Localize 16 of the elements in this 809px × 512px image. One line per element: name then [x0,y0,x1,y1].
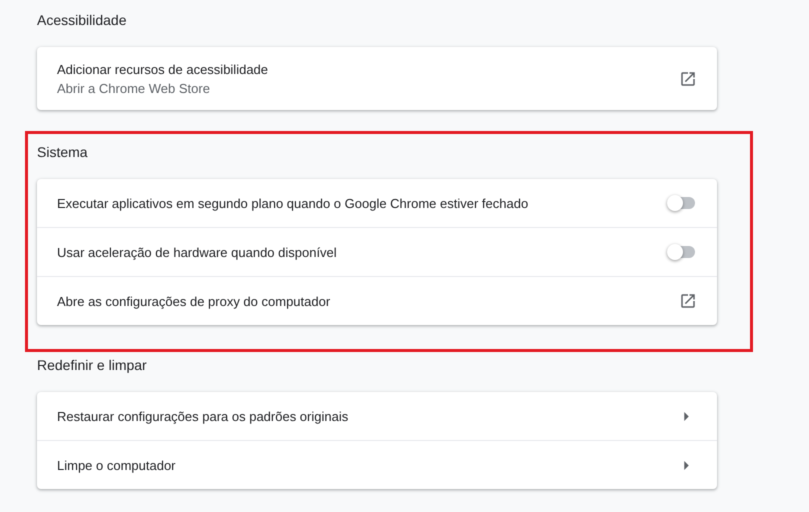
arrow-right-icon[interactable] [684,412,689,420]
setting-label: Adicionar recursos de acessibilidade [57,62,268,76]
setting-description: Abrir a Chrome Web Store [57,80,210,96]
arrow-right-icon[interactable] [684,460,689,470]
section-heading: Acessibilidade [37,11,126,30]
setting-label: Restaurar configurações para os padrões originais [57,408,348,424]
setting-label: Limpe o computador [57,458,176,472]
section-heading: Redefinir e limpar [37,356,147,375]
setting-label: Usar aceleração de hardware quando disponível [57,244,337,260]
open-in-new-icon[interactable] [679,292,697,310]
setting-label: Abre as configurações de proxy do computador [57,294,330,308]
section-heading: Sistema [37,143,88,162]
toggle-switch[interactable] [667,246,695,258]
setting-label: Executar aplicativos em segundo plano quando o Google Chrome estiver fechado [57,196,528,210]
open-in-new-icon[interactable] [679,70,697,88]
toggle-switch[interactable] [667,197,695,209]
